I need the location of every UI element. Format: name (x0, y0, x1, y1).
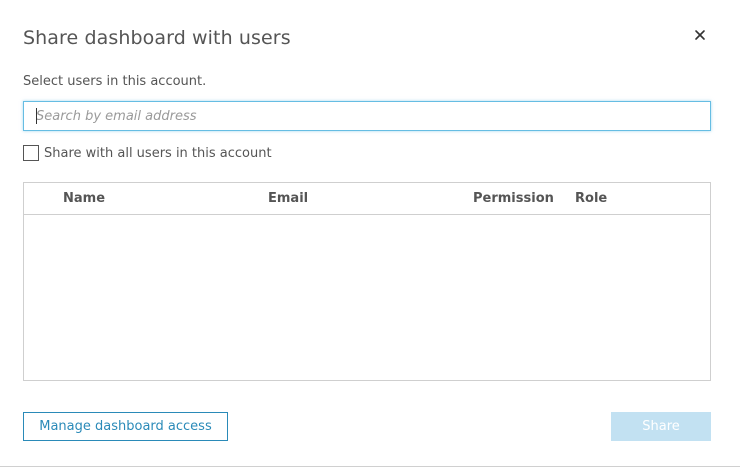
share-all-checkbox[interactable] (23, 145, 39, 161)
users-table: Name Email Permission Role (23, 182, 711, 381)
column-header-permission[interactable]: Permission (473, 191, 554, 206)
column-header-name[interactable]: Name (63, 191, 105, 206)
share-all-label: Share with all users in this account (44, 145, 272, 161)
dialog-title: Share dashboard with users (23, 27, 291, 49)
share-dashboard-dialog: Share dashboard with users Select users … (0, 0, 740, 467)
share-all-row[interactable]: Share with all users in this account (23, 145, 272, 161)
share-button[interactable]: Share (611, 412, 711, 441)
column-header-email[interactable]: Email (268, 191, 308, 206)
text-cursor (36, 108, 37, 124)
manage-dashboard-access-button[interactable]: Manage dashboard access (23, 412, 228, 441)
close-icon[interactable] (690, 25, 710, 45)
dialog-subtitle: Select users in this account. (23, 74, 207, 89)
users-table-header: Name Email Permission Role (24, 183, 710, 215)
email-search-input[interactable] (23, 101, 711, 131)
column-header-role[interactable]: Role (575, 191, 607, 206)
